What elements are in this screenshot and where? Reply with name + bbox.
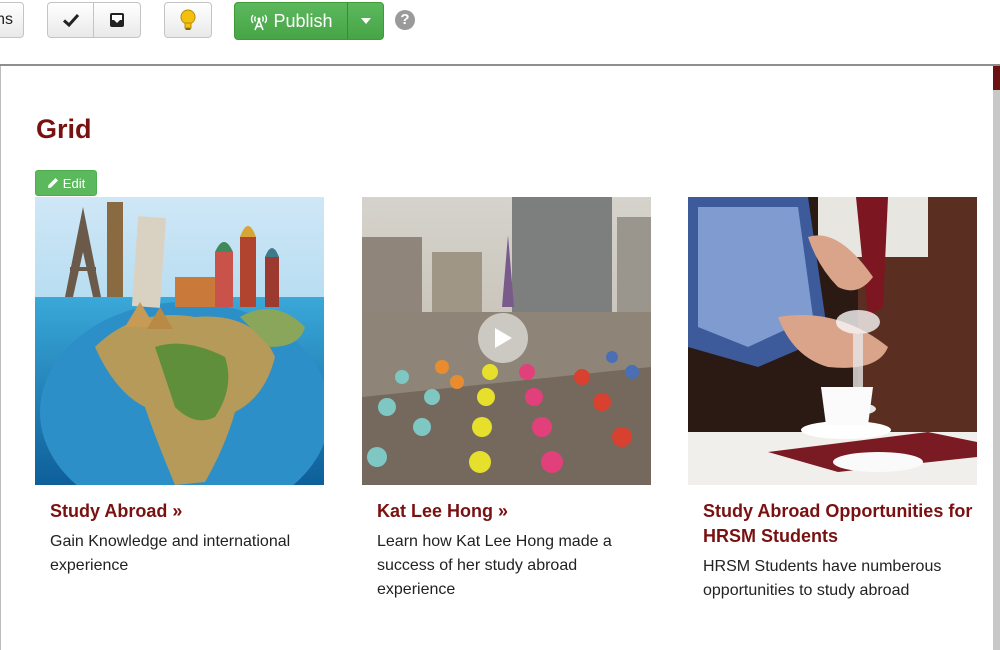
publish-label: Publish bbox=[273, 10, 333, 31]
tips-button[interactable] bbox=[164, 2, 212, 38]
card-description: Gain Knowledge and international experie… bbox=[50, 533, 291, 574]
partial-button-label: ns bbox=[0, 11, 13, 28]
content-frame-border bbox=[0, 66, 1, 650]
hrsm-students-image[interactable] bbox=[688, 197, 977, 485]
card-title-link[interactable]: Kat Lee Hong » bbox=[377, 499, 647, 524]
card-title-arrow: » bbox=[172, 501, 183, 521]
card-description: HRSM Students have numberous opportuniti… bbox=[703, 558, 942, 599]
publish-dropdown-toggle[interactable] bbox=[348, 3, 383, 39]
publish-button-group: Publish bbox=[234, 2, 384, 40]
checkmark-icon bbox=[62, 13, 79, 28]
card-title-link[interactable]: Study Abroad Opportunities for HRSM Stud… bbox=[703, 499, 973, 549]
help-icon[interactable]: ? bbox=[395, 10, 415, 30]
caret-down-icon bbox=[360, 18, 371, 24]
play-icon[interactable] bbox=[478, 313, 528, 363]
editor-toolbar: ns Publish ? bbox=[0, 0, 1000, 66]
lightbulb-icon bbox=[180, 9, 196, 30]
study-abroad-image[interactable] bbox=[35, 197, 324, 485]
archive-button[interactable] bbox=[93, 2, 141, 38]
archive-icon bbox=[110, 13, 124, 27]
grid-card-study-abroad: Study Abroad » Gain Knowledge and intern… bbox=[35, 197, 324, 578]
scrollbar-thumb[interactable] bbox=[993, 66, 1000, 90]
edit-button[interactable]: Edit bbox=[35, 170, 97, 196]
card-description: Learn how Kat Lee Hong made a success of… bbox=[377, 533, 612, 598]
card-title-link[interactable]: Study Abroad » bbox=[50, 499, 320, 524]
card-title-text: Study Abroad bbox=[50, 501, 168, 521]
grid-card-hrsm-opportunities: Study Abroad Opportunities for HRSM Stud… bbox=[688, 197, 977, 603]
partial-toolbar-button[interactable]: ns bbox=[0, 2, 24, 38]
card-title-text: Kat Lee Hong bbox=[377, 501, 494, 521]
scrollbar-track[interactable] bbox=[993, 66, 1000, 650]
card-title-text: Study Abroad Opportunities for HRSM Stud… bbox=[703, 501, 973, 546]
publish-button[interactable]: Publish bbox=[235, 3, 348, 39]
card-title-arrow: » bbox=[498, 501, 509, 521]
edit-label: Edit bbox=[62, 175, 86, 191]
page-title: Grid bbox=[36, 114, 92, 144]
approve-button[interactable] bbox=[47, 2, 94, 38]
broadcast-icon bbox=[251, 14, 268, 31]
grid-card-kat-lee-hong: Kat Lee Hong » Learn how Kat Lee Hong ma… bbox=[362, 197, 651, 602]
pencil-icon bbox=[47, 178, 58, 188]
